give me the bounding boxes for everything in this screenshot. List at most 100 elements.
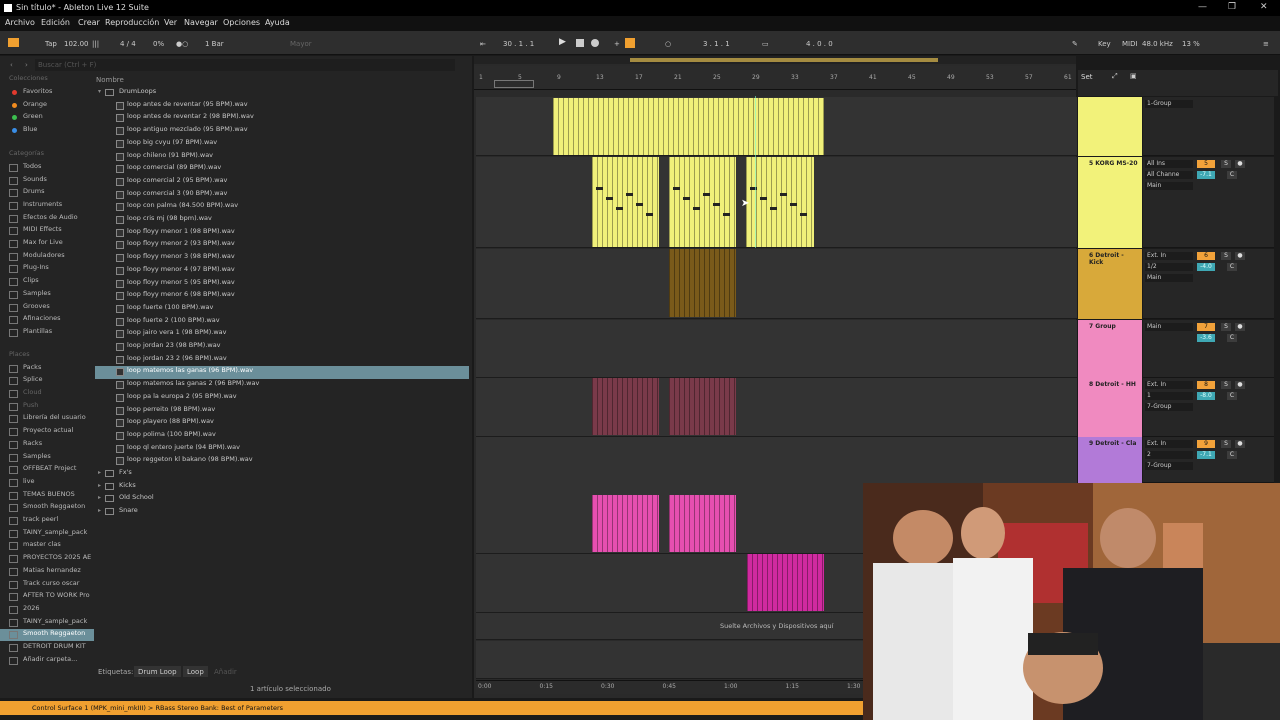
- place-item[interactable]: Smooth Reggaeton: [0, 629, 94, 642]
- track-header[interactable]: 5 KORG MS-20: [1078, 157, 1142, 248]
- browser-toggle-icon[interactable]: [8, 38, 19, 47]
- volume-field[interactable]: -3.6: [1197, 334, 1215, 342]
- category-item[interactable]: Instruments: [0, 200, 94, 212]
- place-item[interactable]: Splice: [0, 375, 94, 387]
- arm-button[interactable]: ●: [1235, 323, 1245, 331]
- collection-favoritos[interactable]: Favoritos: [0, 87, 94, 99]
- file-item[interactable]: loop polima (100 BPM).wav: [95, 430, 469, 443]
- place-item[interactable]: AFTER TO WORK Pro: [0, 591, 94, 603]
- category-item[interactable]: Drums: [0, 187, 94, 199]
- pan-knob[interactable]: C: [1227, 451, 1237, 459]
- set-button[interactable]: Set: [1081, 73, 1093, 81]
- track-activator[interactable]: 8: [1197, 381, 1215, 389]
- volume-field[interactable]: -8.0: [1197, 392, 1215, 400]
- category-item[interactable]: Samples: [0, 289, 94, 301]
- category-item[interactable]: Afinaciones: [0, 314, 94, 326]
- lock-icon[interactable]: ▣: [1130, 72, 1137, 80]
- add-tag-button[interactable]: Añadir: [214, 668, 237, 676]
- io-selector[interactable]: Ext. In: [1145, 440, 1193, 448]
- category-item[interactable]: Clips: [0, 276, 94, 288]
- file-item[interactable]: loop comercial (89 BPM).wav: [95, 163, 469, 176]
- file-item[interactable]: loop comercial 2 (95 BPM).wav: [95, 176, 469, 189]
- place-item[interactable]: Racks: [0, 439, 94, 451]
- io-selector[interactable]: Ext. In: [1145, 252, 1193, 260]
- search-input[interactable]: Buscar (Ctrl + F): [35, 59, 455, 71]
- solo-button[interactable]: S: [1221, 323, 1231, 331]
- forward-arrow-icon[interactable]: ›: [25, 61, 28, 69]
- file-item[interactable]: loop con palma (84.500 BPM).wav: [95, 201, 469, 214]
- file-item[interactable]: loop floyy menor 5 (95 BPM).wav: [95, 278, 469, 291]
- audio-clip[interactable]: [669, 378, 736, 435]
- pan-knob[interactable]: C: [1227, 334, 1237, 342]
- track-activator[interactable]: 5: [1197, 160, 1215, 168]
- menu-archivo[interactable]: Archivo: [5, 18, 35, 27]
- menu-ayuda[interactable]: Ayuda: [265, 18, 290, 27]
- record-icon[interactable]: [591, 39, 599, 47]
- io-selector[interactable]: 1/2: [1145, 263, 1193, 271]
- menu-navegar[interactable]: Navegar: [184, 18, 218, 27]
- signature-field[interactable]: 4 / 4: [120, 40, 136, 48]
- file-item[interactable]: loop comercial 3 (90 BPM).wav: [95, 189, 469, 202]
- loop-length-field[interactable]: 4 . 0 . 0: [806, 40, 833, 48]
- loop-start-field[interactable]: 3 . 1 . 1: [703, 40, 730, 48]
- place-item[interactable]: Smooth Reggaeton: [0, 502, 94, 514]
- expand-triangle-icon[interactable]: ▸: [98, 494, 101, 501]
- stop-icon[interactable]: [576, 39, 584, 47]
- overdub-icon[interactable]: +: [614, 40, 620, 48]
- file-item[interactable]: loop antes de reventar (95 BPM).wav: [95, 100, 469, 113]
- file-item[interactable]: loop floyy menor 6 (98 BPM).wav: [95, 290, 469, 303]
- place-item[interactable]: live: [0, 477, 94, 489]
- audio-clip[interactable]: [553, 98, 824, 155]
- pan-knob[interactable]: C: [1227, 171, 1237, 179]
- tag-drum-loop[interactable]: Drum Loop: [134, 666, 181, 677]
- arm-button[interactable]: ●: [1235, 252, 1245, 260]
- tap-button[interactable]: Tap: [45, 40, 57, 48]
- file-item[interactable]: loop perreito (98 BPM).wav: [95, 405, 469, 418]
- loop-brace[interactable]: [494, 80, 534, 88]
- solo-button[interactable]: S: [1221, 252, 1231, 260]
- pan-knob[interactable]: C: [1227, 263, 1237, 271]
- file-item[interactable]: loop reggeton kl bakano (98 BPM).wav: [95, 455, 469, 468]
- record-mode-icon[interactable]: ●○: [176, 40, 188, 48]
- metronome-icon[interactable]: |||: [92, 40, 99, 48]
- category-item[interactable]: Grooves: [0, 302, 94, 314]
- punch-icon[interactable]: ○: [665, 40, 671, 48]
- file-item[interactable]: loop matemos las ganas 2 (96 BPM).wav: [95, 379, 469, 392]
- file-item[interactable]: loop cris mj (98 bpm).wav: [95, 214, 469, 227]
- place-item[interactable]: Samples: [0, 452, 94, 464]
- solo-button[interactable]: S: [1221, 440, 1231, 448]
- io-selector[interactable]: Ext. In: [1145, 381, 1193, 389]
- expand-triangle-icon[interactable]: ▸: [98, 469, 101, 476]
- track-activator[interactable]: 7: [1197, 323, 1215, 331]
- quantize-dropdown[interactable]: 1 Bar: [205, 40, 224, 48]
- menu-edicion[interactable]: Edición: [41, 18, 70, 27]
- file-item[interactable]: loop chileno (91 BPM).wav: [95, 151, 469, 164]
- category-item[interactable]: MIDI Effects: [0, 225, 94, 237]
- subfolder-item[interactable]: Fx's ▸: [95, 468, 469, 481]
- track-lane[interactable]: [476, 249, 1077, 319]
- tempo-field[interactable]: 102.00: [64, 40, 89, 48]
- place-item[interactable]: Añadir carpeta...: [0, 655, 94, 667]
- category-item[interactable]: Plantillas: [0, 327, 94, 339]
- place-item[interactable]: Proyecto actual: [0, 426, 94, 438]
- io-selector[interactable]: Main: [1145, 274, 1193, 282]
- volume-field[interactable]: -7.1: [1197, 451, 1215, 459]
- audio-clip[interactable]: [669, 495, 736, 552]
- file-item[interactable]: loop antiguo mezclado (95 BPM).wav: [95, 125, 469, 138]
- audio-clip[interactable]: [746, 157, 814, 247]
- file-item[interactable]: loop matemos las ganas (96 BPM).wav: [95, 366, 469, 380]
- collection-blue[interactable]: Blue: [0, 125, 94, 137]
- io-selector[interactable]: 7-Group: [1145, 462, 1193, 470]
- file-item[interactable]: loop antes de reventar 2 (98 BPM).wav: [95, 112, 469, 125]
- category-item[interactable]: Moduladores: [0, 251, 94, 263]
- menu-lines-icon[interactable]: ≡: [1263, 40, 1269, 48]
- arm-button[interactable]: ●: [1235, 160, 1245, 168]
- track-lane[interactable]: [476, 378, 1077, 437]
- track-activator[interactable]: 6: [1197, 252, 1215, 260]
- follow-icon[interactable]: ⇤: [480, 40, 486, 48]
- file-item[interactable]: loop jordan 23 (98 BPM).wav: [95, 341, 469, 354]
- category-item[interactable]: Efectos de Audio: [0, 213, 94, 225]
- arm-button[interactable]: ●: [1235, 381, 1245, 389]
- file-item[interactable]: loop floyy menor 2 (93 BPM).wav: [95, 239, 469, 252]
- track-activator[interactable]: 9: [1197, 440, 1215, 448]
